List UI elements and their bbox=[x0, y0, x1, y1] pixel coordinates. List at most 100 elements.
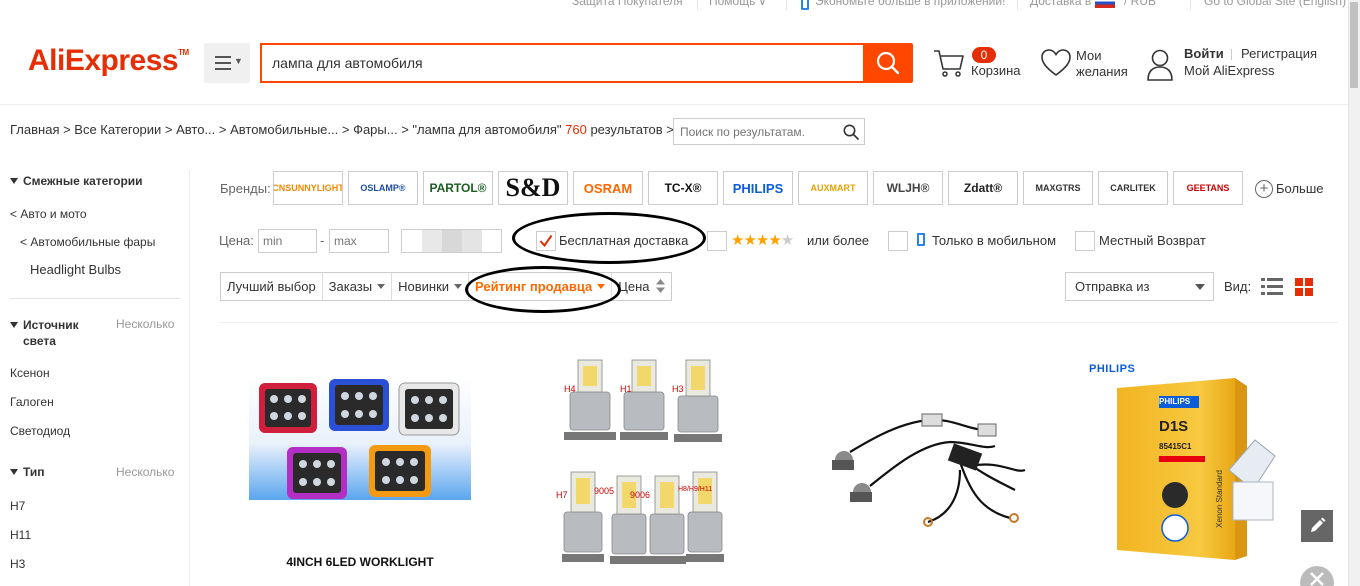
filter-halogen[interactable]: Галоген bbox=[10, 395, 54, 409]
help-link[interactable]: Помощь bbox=[709, 0, 755, 8]
type-heading[interactable]: Тип bbox=[10, 465, 45, 479]
wishlist-button[interactable] bbox=[1040, 48, 1072, 81]
search-in-results-input[interactable] bbox=[673, 118, 865, 145]
histogram-bar bbox=[462, 230, 482, 252]
brand-filter-wljh[interactable]: WLJH® bbox=[873, 171, 943, 205]
scrollbar-thumb[interactable] bbox=[1350, 2, 1358, 88]
more-brands-link[interactable]: Больше bbox=[1276, 181, 1324, 196]
mobile-only-checkbox[interactable] bbox=[888, 231, 908, 251]
brand-filter-philips[interactable]: PHILIPS bbox=[723, 171, 793, 205]
buyer-protection-link[interactable]: Защита Покупателя bbox=[572, 0, 683, 8]
brand-filter-carlitek[interactable]: CARLITEK bbox=[1098, 171, 1168, 205]
cart-label[interactable]: Корзина bbox=[971, 63, 1021, 78]
brand-filter-zdatt[interactable]: Zdatt® bbox=[948, 171, 1018, 205]
sort-price[interactable]: Цена bbox=[612, 273, 671, 300]
cart-icon bbox=[934, 50, 964, 77]
register-link[interactable]: Регистрация bbox=[1241, 46, 1317, 61]
chevron-down-icon: ∨ bbox=[758, 0, 767, 8]
ship-from-select[interactable]: Отправка из bbox=[1065, 272, 1214, 301]
global-site-link[interactable]: Go to Global Site (English) bbox=[1204, 0, 1346, 8]
triangle-down-icon bbox=[10, 178, 18, 184]
ship-to-label[interactable]: Доставка в bbox=[1030, 0, 1091, 8]
mobile-only-label[interactable]: Только в мобильном bbox=[932, 233, 1056, 248]
filter-xenon[interactable]: Ксенон bbox=[10, 366, 50, 380]
sidebar-item-headlights[interactable]: < Автомобильные фары bbox=[20, 235, 155, 249]
list-view-icon[interactable] bbox=[1261, 278, 1283, 296]
product-card-worklight[interactable]: 4INCH 6LED WORKLIGHT bbox=[249, 355, 471, 580]
brand-filter-partol[interactable]: PARTOL® bbox=[423, 171, 493, 205]
view-label: Вид: bbox=[1224, 279, 1252, 294]
rating-label[interactable]: или более bbox=[807, 233, 869, 248]
wishlist-label[interactable]: Мои желания bbox=[1076, 48, 1146, 80]
search-input[interactable] bbox=[260, 43, 864, 83]
product-card-xenon-kit[interactable] bbox=[810, 400, 1032, 540]
related-categories-heading[interactable]: Смежные категории bbox=[10, 174, 143, 188]
box-code-text: 85415C1 bbox=[1159, 442, 1192, 451]
product-card-philips-d1s[interactable]: PHILIPS PHILIPS D1S 85415C1 Xenon Standa… bbox=[1085, 360, 1295, 582]
aliexpress-logo[interactable]: AliExpressTM bbox=[28, 44, 189, 78]
breadcrumb[interactable]: Главная > Все Категории > Авто... > Авто… bbox=[10, 122, 674, 137]
box-brand-text: PHILIPS bbox=[1159, 397, 1191, 406]
brand-filter-auxmart[interactable]: AUXMART bbox=[798, 171, 868, 205]
filter-h11[interactable]: H11 bbox=[10, 528, 31, 542]
brand-filter-maxgtrs[interactable]: MAXGTRS bbox=[1023, 171, 1093, 205]
brand-filter-oslamp[interactable]: OSLAMP® bbox=[348, 171, 418, 205]
price-max-input[interactable] bbox=[329, 229, 389, 253]
related-categories-title: Смежные категории bbox=[23, 174, 143, 188]
filter-h7[interactable]: H7 bbox=[10, 499, 25, 513]
sort-newest[interactable]: Новинки bbox=[392, 273, 470, 300]
brand-filter-geetans[interactable]: GEETANS bbox=[1173, 171, 1243, 205]
light-source-heading[interactable]: Источник света bbox=[10, 317, 79, 349]
search-icon bbox=[876, 51, 900, 75]
close-button[interactable] bbox=[1300, 566, 1334, 586]
highlight-oval-seller-rating bbox=[465, 266, 621, 313]
sort-best-match[interactable]: Лучший выбор bbox=[221, 273, 323, 300]
highlight-oval-free-shipping bbox=[512, 212, 706, 264]
rating-checkbox[interactable] bbox=[707, 231, 727, 251]
search-button[interactable] bbox=[863, 43, 913, 83]
phone-icon bbox=[801, 0, 809, 10]
sidebar-item-auto-moto[interactable]: < Авто и мото bbox=[10, 207, 87, 221]
caret-down-icon bbox=[1195, 284, 1205, 290]
filter-led[interactable]: Светодиод bbox=[10, 424, 70, 438]
divider bbox=[1017, 0, 1018, 10]
divider bbox=[220, 322, 1338, 323]
app-promo-link[interactable]: Экономьте больше в приложении! bbox=[815, 0, 1005, 8]
worklight-product-image bbox=[249, 375, 471, 500]
edit-button[interactable] bbox=[1301, 510, 1333, 542]
triangle-down-icon bbox=[10, 469, 18, 475]
sort-orders[interactable]: Заказы bbox=[323, 273, 393, 300]
divider bbox=[697, 0, 698, 10]
categories-menu-button[interactable]: ▼ bbox=[204, 43, 250, 83]
brand-filter-s-d[interactable]: S&D bbox=[498, 171, 568, 205]
local-return-checkbox[interactable] bbox=[1075, 231, 1095, 251]
xenon-kit-product-image bbox=[832, 413, 1026, 527]
bulb-label: H3 bbox=[672, 384, 684, 394]
brand-filter-tc-x[interactable]: TC-X® bbox=[648, 171, 718, 205]
light-source-title: Источник bbox=[23, 318, 79, 332]
multi-select-label[interactable]: Несколько bbox=[116, 465, 174, 479]
search-icon[interactable] bbox=[843, 124, 859, 143]
local-return-label[interactable]: Местный Возврат bbox=[1099, 233, 1206, 248]
brand-filter-osram[interactable]: OSRAM bbox=[573, 171, 643, 205]
product-card-led-bulbs[interactable]: H4 H1 H3 H7 9005 9006 H8/H9/H11 bbox=[554, 352, 726, 577]
ship-from-value: Отправка из bbox=[1075, 279, 1150, 294]
user-icon[interactable] bbox=[1146, 48, 1174, 85]
divider bbox=[0, 104, 1348, 105]
box-line-text: Xenon Standard bbox=[1215, 470, 1224, 528]
price-range-histogram[interactable] bbox=[401, 229, 502, 253]
multi-select-label[interactable]: Несколько bbox=[116, 317, 174, 331]
brand-filter-cnsunnylight[interactable]: CNSUNNYLIGHT bbox=[273, 171, 343, 205]
plus-icon[interactable]: + bbox=[1255, 180, 1273, 198]
rating-stars[interactable]: ★★★★★ bbox=[731, 231, 794, 249]
bulb-label: 9005 bbox=[594, 486, 615, 496]
filter-h3[interactable]: H3 bbox=[10, 557, 25, 571]
my-aliexpress-link[interactable]: Мой AliExpress bbox=[1184, 63, 1275, 78]
breadcrumb-path[interactable]: Главная > Все Категории > Авто... > Авто… bbox=[10, 122, 561, 137]
price-min-input[interactable] bbox=[258, 229, 317, 253]
divider bbox=[786, 0, 787, 10]
grid-view-icon[interactable] bbox=[1295, 278, 1313, 296]
signin-link[interactable]: Войти bbox=[1184, 46, 1224, 61]
sidebar-item-headlight-bulbs[interactable]: Headlight Bulbs bbox=[30, 262, 121, 277]
currency-label[interactable]: / RUB bbox=[1124, 0, 1156, 8]
